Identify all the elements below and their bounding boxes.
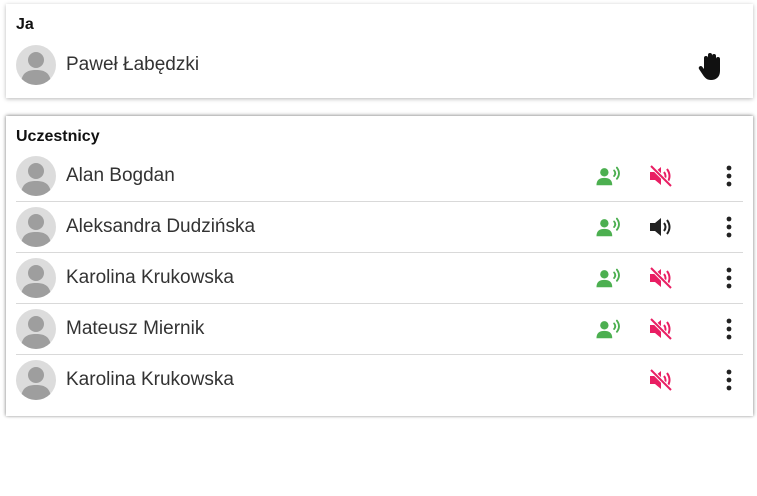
- volume-off-icon[interactable]: [648, 367, 674, 393]
- volume-off-icon[interactable]: [648, 163, 674, 189]
- participant-row: Alan Bogdan: [16, 151, 743, 202]
- participants-section-title: Uczestnicy: [16, 128, 100, 145]
- more-vertical-icon[interactable]: [716, 163, 742, 189]
- user-avatar-icon: [21, 265, 51, 298]
- user-avatar-icon: [21, 214, 51, 247]
- user-avatar-icon: [21, 367, 51, 400]
- avatar: [16, 207, 56, 247]
- avatar: [16, 156, 56, 196]
- user-avatar-icon: [21, 163, 51, 196]
- me-section-title: Ja: [16, 16, 34, 33]
- volume-off-icon[interactable]: [648, 316, 674, 342]
- participant-name: Karolina Krukowska: [66, 267, 234, 288]
- participant-row: Mateusz Miernik: [16, 304, 743, 355]
- me-row: Paweł Łabędzki: [16, 40, 743, 90]
- more-vertical-icon[interactable]: [716, 316, 742, 342]
- avatar: [16, 258, 56, 298]
- participant-row: Karolina Krukowska: [16, 253, 743, 304]
- user-avatar-icon: [21, 52, 51, 85]
- me-card: Ja Paweł Łabędzki: [6, 4, 753, 98]
- participant-name: Alan Bogdan: [66, 165, 175, 186]
- speaking-icon[interactable]: [596, 163, 622, 189]
- volume-off-icon[interactable]: [648, 265, 674, 291]
- more-vertical-icon[interactable]: [716, 367, 742, 393]
- me-name: Paweł Łabędzki: [66, 54, 200, 75]
- participant-row: Aleksandra Dudzińska: [16, 202, 743, 253]
- participant-name: Mateusz Miernik: [66, 318, 205, 339]
- avatar: [16, 309, 56, 349]
- avatar: [16, 360, 56, 400]
- speaking-icon[interactable]: [596, 214, 622, 240]
- participant-row: Karolina Krukowska: [16, 355, 743, 405]
- more-vertical-icon[interactable]: [716, 265, 742, 291]
- more-vertical-icon[interactable]: [716, 214, 742, 240]
- raise-hand-icon[interactable]: [695, 50, 727, 82]
- speaking-icon[interactable]: [596, 316, 622, 342]
- speaking-icon[interactable]: [596, 265, 622, 291]
- volume-up-icon[interactable]: [648, 214, 674, 240]
- participants-card: Uczestnicy Alan Bogdan Aleksandra Dudziń…: [6, 116, 753, 416]
- participant-name: Aleksandra Dudzińska: [66, 216, 256, 237]
- participant-name: Karolina Krukowska: [66, 369, 234, 390]
- user-avatar-icon: [21, 316, 51, 349]
- avatar: [16, 45, 56, 85]
